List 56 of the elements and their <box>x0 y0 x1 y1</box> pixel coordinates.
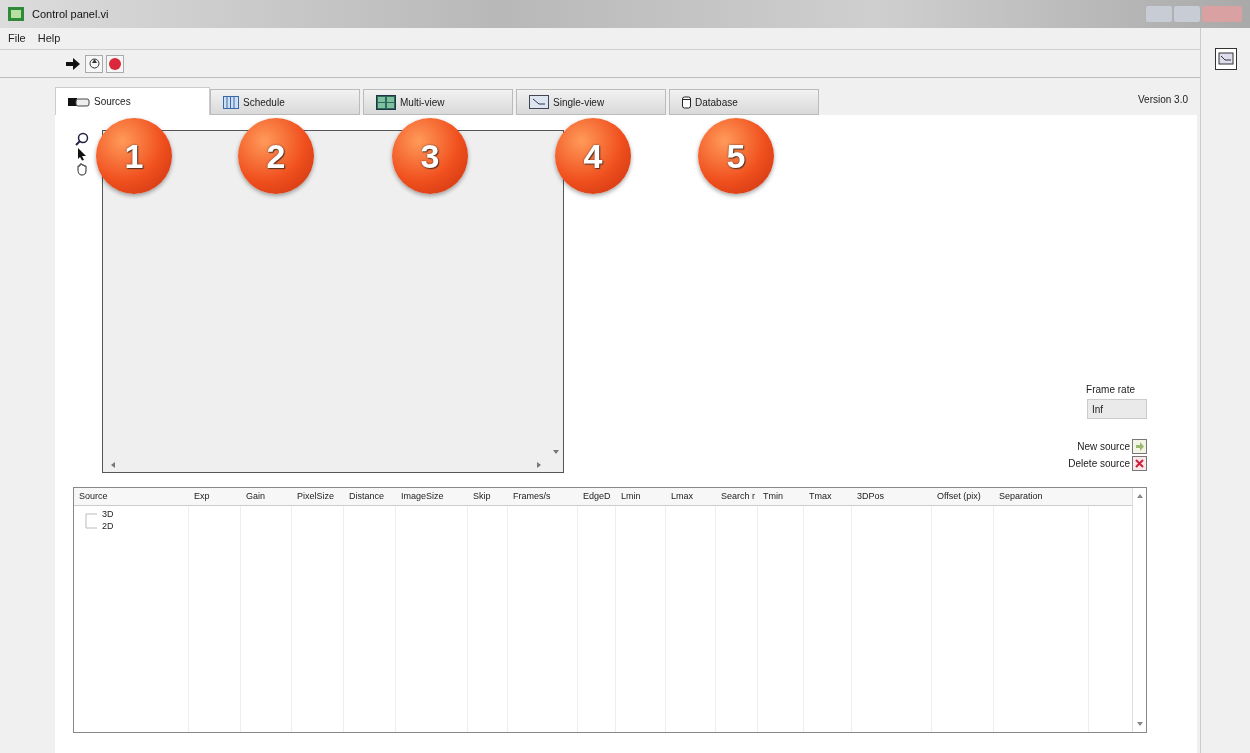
zoom-icon[interactable] <box>75 132 89 146</box>
tree-item[interactable]: 3D <box>102 508 114 520</box>
column-header[interactable]: 3DPos <box>852 488 932 505</box>
column-header[interactable]: Lmin <box>616 488 666 505</box>
scroll-right-arrow-icon[interactable] <box>537 462 541 468</box>
column-header[interactable]: Skip <box>468 488 508 505</box>
run-continuously-button[interactable] <box>85 54 103 73</box>
arrow-icon <box>1135 442 1144 451</box>
column-header[interactable]: Frames/s <box>508 488 578 505</box>
add-button[interactable] <box>1132 439 1147 454</box>
column-header[interactable]: Tmin <box>758 488 804 505</box>
action-label: New source <box>1077 440 1130 454</box>
column-header[interactable]: Separation <box>994 488 1089 505</box>
window-title: Control panel.vi <box>32 6 109 22</box>
version-label: Version 3.0 <box>1137 93 1188 107</box>
stop-button[interactable] <box>106 54 124 73</box>
menu-item[interactable]: File <box>8 30 26 47</box>
column-header[interactable]: Gain <box>241 488 292 505</box>
frame-rate-label: Frame rate <box>1086 383 1135 397</box>
database-icon <box>682 95 691 109</box>
monitor-icon <box>529 95 549 109</box>
column-header[interactable]: Exp <box>189 488 241 505</box>
pointer-icon[interactable] <box>75 147 89 161</box>
scroll-down-arrow-icon[interactable] <box>553 450 559 454</box>
grid-icon <box>223 95 239 109</box>
window-icon[interactable] <box>1214 48 1237 70</box>
app-icon <box>8 7 24 21</box>
number-callout: 4 <box>555 118 631 194</box>
tab[interactable]: Schedule <box>210 89 360 115</box>
action-label: Delete source <box>1068 457 1130 471</box>
tree-item[interactable]: 2D <box>102 520 114 532</box>
column-header[interactable]: EdgeD <box>578 488 616 505</box>
column-header[interactable]: Lmax <box>666 488 716 505</box>
column-header[interactable]: Tmax <box>804 488 852 505</box>
column-header[interactable]: Source <box>74 488 189 505</box>
column-header[interactable]: Search r <box>716 488 758 505</box>
number-callout: 1 <box>96 118 172 194</box>
scroll-down-arrow-icon[interactable] <box>1136 722 1143 726</box>
column-header[interactable]: Offset (pix) <box>932 488 994 505</box>
delete-button[interactable] <box>1132 456 1147 471</box>
scroll-up-arrow-icon[interactable] <box>1136 494 1143 498</box>
tab[interactable]: Single-view <box>516 89 666 115</box>
tab[interactable]: Multi-view <box>363 89 513 115</box>
tab[interactable]: Sources <box>55 87 210 115</box>
close-icon <box>1135 459 1144 468</box>
number-callout: 5 <box>698 118 774 194</box>
vertical-scrollbar[interactable] <box>1132 488 1146 732</box>
tab[interactable]: Database <box>669 89 819 115</box>
column-header[interactable]: ImageSize <box>396 488 468 505</box>
image-display[interactable] <box>102 130 564 473</box>
frame-rate-field: Inf <box>1087 399 1147 419</box>
column-header[interactable]: PixelSize <box>292 488 344 505</box>
four-panes-icon <box>376 94 396 110</box>
scroll-left-arrow-icon[interactable] <box>111 462 115 468</box>
column-header[interactable]: Distance <box>344 488 396 505</box>
menu-item[interactable]: Help <box>37 30 61 47</box>
